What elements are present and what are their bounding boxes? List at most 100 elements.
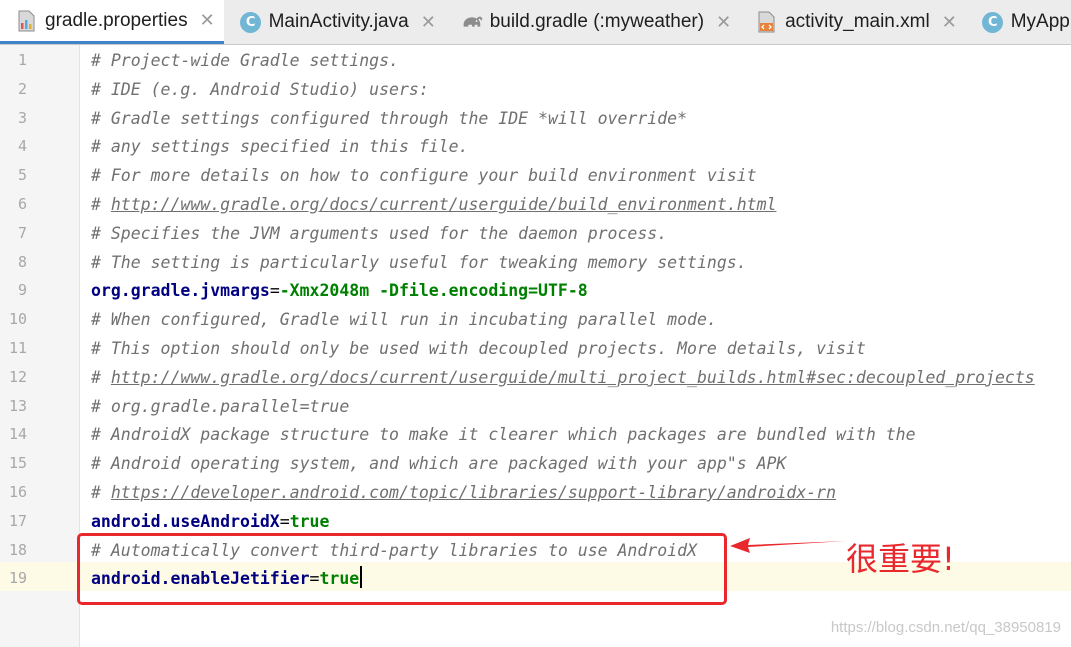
line-number: 14 bbox=[8, 425, 27, 443]
line-number: 18 bbox=[8, 541, 27, 559]
tab-gradle-properties[interactable]: gradle.properties ✕ bbox=[0, 0, 224, 44]
code-line[interactable]: 8 # The setting is particularly useful fo… bbox=[0, 248, 1071, 277]
url-link[interactable]: http://www.gradle.org/docs/current/userg… bbox=[111, 368, 1035, 387]
code-text: # This option should only be used with d… bbox=[91, 334, 866, 363]
code-text: # The setting is particularly useful for… bbox=[91, 248, 747, 277]
code-line[interactable]: 6 # http://www.gradle.org/docs/current/us… bbox=[0, 190, 1071, 219]
code-line[interactable]: 10 # When configured, Gradle will run in … bbox=[0, 305, 1071, 334]
tab-label: MyApplicat bbox=[1010, 11, 1071, 32]
line-number: 1 bbox=[17, 51, 27, 69]
comment-text: # IDE (e.g. Android Studio) users: bbox=[91, 80, 429, 99]
line-number: 15 bbox=[8, 454, 27, 472]
comment-text: # bbox=[91, 195, 111, 214]
class-glyph: C bbox=[240, 11, 262, 33]
code-line[interactable]: 12 # http://www.gradle.org/docs/current/u… bbox=[0, 363, 1071, 392]
property-key: org.gradle.jvmargs bbox=[91, 281, 270, 300]
java-class-c-icon: C bbox=[982, 11, 1004, 33]
comment-text: # any settings specified in this file. bbox=[91, 137, 469, 156]
tab-label: build.gradle (:myweather) bbox=[489, 11, 705, 32]
code-text: # http://www.gradle.org/docs/current/use… bbox=[91, 190, 776, 219]
line-number: 16 bbox=[8, 483, 27, 501]
code-line[interactable]: 1 # Project-wide Gradle settings. bbox=[0, 46, 1071, 75]
property-value: true bbox=[289, 512, 330, 531]
comment-text: # For more details on how to configure y… bbox=[91, 166, 757, 185]
comment-text: # Android operating system, and which ar… bbox=[91, 454, 787, 473]
code-line[interactable]: 9 org.gradle.jvmargs=-Xmx2048m -Dfile.enc… bbox=[0, 276, 1071, 305]
gradle-elephant-icon bbox=[461, 11, 483, 33]
code-text: # org.gradle.parallel=true bbox=[91, 392, 349, 421]
line-number: 13 bbox=[8, 397, 27, 415]
gradle-properties-file-icon bbox=[16, 10, 38, 32]
line-number: 2 bbox=[17, 80, 27, 98]
code-line[interactable]: 3 # Gradle settings configured through th… bbox=[0, 104, 1071, 133]
code-line[interactable]: 17 android.useAndroidX=true bbox=[0, 507, 1071, 536]
comment-text: # org.gradle.parallel=true bbox=[91, 397, 350, 416]
line-number: 4 bbox=[17, 137, 27, 155]
code-text: android.useAndroidX=true bbox=[91, 507, 329, 536]
close-tab-icon[interactable]: ✕ bbox=[942, 12, 957, 33]
code-line[interactable]: 15 # Android operating system, and which … bbox=[0, 449, 1071, 478]
tab-build-gradle[interactable]: build.gradle (:myweather) ✕ bbox=[445, 0, 740, 44]
code-text: org.gradle.jvmargs=-Xmx2048m -Dfile.enco… bbox=[91, 276, 588, 305]
code-line[interactable]: 5 # For more details on how to configure … bbox=[0, 161, 1071, 190]
line-number: 10 bbox=[8, 310, 27, 328]
annotation-note: 很重要! bbox=[846, 540, 955, 578]
code-text: # AndroidX package structure to make it … bbox=[91, 420, 916, 449]
property-key: android.useAndroidX bbox=[91, 512, 280, 531]
line-number: 6 bbox=[17, 195, 27, 213]
equals-sign: = bbox=[279, 512, 290, 531]
comment-text: # Specifies the JVM arguments used for t… bbox=[91, 224, 668, 243]
comment-text: # When configured, Gradle will run in in… bbox=[91, 310, 717, 329]
comment-text: # AndroidX package structure to make it … bbox=[91, 425, 916, 444]
line-number: 17 bbox=[8, 512, 27, 530]
java-class-c-icon: C bbox=[240, 11, 262, 33]
code-text: # When configured, Gradle will run in in… bbox=[91, 305, 717, 334]
url-link[interactable]: http://www.gradle.org/docs/current/userg… bbox=[111, 195, 777, 214]
watermark: https://blog.csdn.net/qq_38950819 bbox=[830, 619, 1061, 636]
line-number: 8 bbox=[17, 253, 27, 271]
line-number: 3 bbox=[17, 109, 27, 127]
xml-layout-file-icon bbox=[756, 11, 778, 33]
code-text: # Gradle settings configured through the… bbox=[91, 104, 687, 133]
code-line[interactable]: 13 # org.gradle.parallel=true bbox=[0, 392, 1071, 421]
code-text: # For more details on how to configure y… bbox=[91, 161, 757, 190]
code-line[interactable]: 4 # any settings specified in this file. bbox=[0, 132, 1071, 161]
line-number: 11 bbox=[8, 339, 27, 357]
line-number: 19 bbox=[8, 569, 27, 587]
code-line[interactable]: 7 # Specifies the JVM arguments used for … bbox=[0, 219, 1071, 248]
code-text: # Android operating system, and which ar… bbox=[91, 449, 786, 478]
tab-label: activity_main.xml bbox=[785, 11, 930, 32]
line-number: 9 bbox=[17, 281, 27, 299]
highlight-box bbox=[77, 533, 727, 605]
tab-mainactivity-java[interactable]: C MainActivity.java ✕ bbox=[224, 0, 445, 44]
close-tab-icon[interactable]: ✕ bbox=[716, 12, 731, 33]
code-line[interactable]: 14 # AndroidX package structure to make i… bbox=[0, 420, 1071, 449]
tab-label: gradle.properties bbox=[45, 9, 188, 31]
comment-text: # Gradle settings configured through the… bbox=[91, 109, 688, 128]
equals-sign: = bbox=[269, 281, 280, 300]
close-tab-icon[interactable]: ✕ bbox=[421, 12, 436, 33]
url-link[interactable]: https://developer.android.com/topic/libr… bbox=[111, 483, 836, 502]
comment-text: # This option should only be used with d… bbox=[91, 339, 866, 358]
code-line[interactable]: 2 # IDE (e.g. Android Studio) users: bbox=[0, 75, 1071, 104]
code-line[interactable]: 16 # https://developer.android.com/topic/… bbox=[0, 478, 1071, 507]
class-glyph: C bbox=[982, 11, 1004, 33]
code-text: # any settings specified in this file. bbox=[91, 132, 469, 161]
tab-label: MainActivity.java bbox=[268, 11, 409, 32]
code-text: # http://www.gradle.org/docs/current/use… bbox=[91, 363, 1035, 392]
editor-tab-bar: gradle.properties ✕ C MainActivity.java … bbox=[0, 0, 1071, 45]
close-tab-icon[interactable]: ✕ bbox=[200, 10, 215, 31]
code-text: # Specifies the JVM arguments used for t… bbox=[91, 219, 667, 248]
code-line[interactable]: 11 # This option should only be used with… bbox=[0, 334, 1071, 363]
line-number: 5 bbox=[17, 166, 27, 184]
comment-text: # bbox=[91, 483, 111, 502]
line-number: 12 bbox=[8, 368, 27, 386]
tab-myapplication[interactable]: C MyApplicat bbox=[966, 0, 1071, 44]
annotation-arrow-icon bbox=[730, 538, 846, 553]
comment-text: # The setting is particularly useful for… bbox=[91, 253, 747, 272]
comment-text: # bbox=[91, 368, 111, 387]
tab-activity-main-xml[interactable]: activity_main.xml ✕ bbox=[740, 0, 966, 44]
code-text: # Project-wide Gradle settings. bbox=[91, 46, 399, 75]
code-text: # https://developer.android.com/topic/li… bbox=[91, 478, 836, 507]
property-value: -Xmx2048m -Dfile.encoding=UTF-8 bbox=[279, 281, 588, 300]
